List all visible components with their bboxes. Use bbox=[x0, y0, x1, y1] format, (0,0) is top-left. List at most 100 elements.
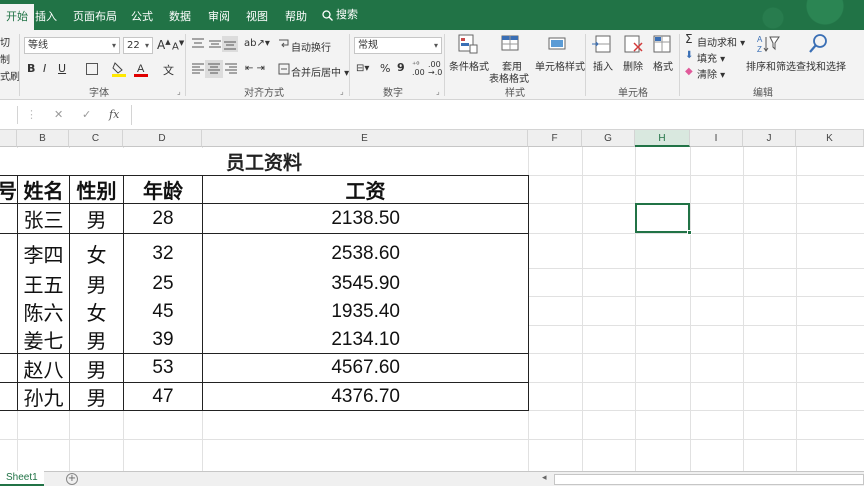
cell-salary[interactable]: 4567.60 bbox=[203, 354, 528, 382]
tab-formulas[interactable]: 公式 bbox=[131, 0, 153, 30]
cell-salary[interactable]: 1935.40 bbox=[203, 297, 528, 326]
copy-button[interactable]: 制 bbox=[0, 51, 10, 66]
cell-age[interactable]: 47 bbox=[124, 383, 202, 410]
fx-icon[interactable]: fx bbox=[109, 108, 119, 121]
column-header[interactable]: C bbox=[69, 130, 123, 147]
format-painter-button[interactable]: 式刷 bbox=[0, 68, 20, 83]
tab-insert[interactable]: 插入 bbox=[35, 0, 57, 30]
cell-gender[interactable]: 男 bbox=[70, 326, 123, 353]
scrollbar-thumb[interactable] bbox=[554, 474, 864, 485]
cell-gender[interactable]: 男 bbox=[70, 269, 123, 298]
align-right-icon[interactable] bbox=[224, 63, 238, 75]
cell-name[interactable]: 赵八 bbox=[18, 354, 69, 382]
number-format-select[interactable]: 常规 ▾ bbox=[354, 37, 442, 54]
cell-age[interactable]: 53 bbox=[124, 354, 202, 382]
orientation-icon[interactable]: ab↗▾ bbox=[244, 38, 270, 49]
tab-search[interactable]: 搜索 bbox=[322, 0, 358, 30]
column-header-a[interactable] bbox=[0, 130, 17, 147]
cell-styles-button[interactable]: 单元格样式 bbox=[535, 58, 585, 73]
active-cell-selection[interactable] bbox=[635, 203, 692, 235]
tab-help[interactable]: 帮助 bbox=[285, 0, 307, 30]
find-select-button[interactable]: 查找和选择 bbox=[796, 58, 846, 73]
cell-name[interactable]: 张三 bbox=[18, 204, 69, 233]
cancel-icon[interactable]: ✕ bbox=[54, 108, 63, 121]
italic-button[interactable]: I bbox=[43, 62, 46, 75]
name-box[interactable] bbox=[0, 106, 18, 124]
align-top-icon[interactable] bbox=[191, 38, 205, 50]
format-table-button[interactable]: 表格格式 bbox=[489, 70, 529, 85]
cell-salary[interactable]: 4376.70 bbox=[203, 383, 528, 410]
tab-view[interactable]: 视图 bbox=[246, 0, 268, 30]
header-cell-gender[interactable]: 性别 bbox=[70, 176, 123, 203]
cell-gender[interactable]: 女 bbox=[70, 297, 123, 326]
header-cell-salary[interactable]: 工资 bbox=[203, 176, 528, 203]
cell-salary[interactable]: 2538.60 bbox=[203, 239, 528, 268]
fill-handle[interactable] bbox=[687, 230, 692, 235]
column-header[interactable]: F bbox=[528, 130, 582, 147]
cell-age[interactable]: 39 bbox=[124, 326, 202, 353]
column-header[interactable]: I bbox=[690, 130, 743, 147]
cell-gender[interactable]: 女 bbox=[70, 239, 123, 268]
cell-age[interactable]: 25 bbox=[124, 269, 202, 298]
formula-input[interactable] bbox=[131, 105, 864, 125]
underline-button[interactable]: U bbox=[58, 62, 66, 75]
column-header-selected[interactable]: H bbox=[635, 130, 690, 147]
enter-icon[interactable]: ✓ bbox=[82, 108, 91, 121]
comma-button[interactable]: 9 bbox=[397, 61, 405, 74]
cell-age[interactable]: 28 bbox=[124, 204, 202, 233]
column-header[interactable]: D bbox=[123, 130, 202, 147]
insert-cells-button[interactable]: 插入 bbox=[593, 58, 613, 73]
fill-color-icon[interactable] bbox=[112, 61, 126, 77]
cut-button[interactable]: 切 bbox=[0, 34, 10, 49]
column-header[interactable]: J bbox=[743, 130, 796, 147]
launcher-icon[interactable]: ⌟ bbox=[177, 87, 181, 96]
autosum-button[interactable]: 自动求和 ▾ bbox=[697, 34, 745, 49]
merge-center-button[interactable]: 合并后居中 ▾ bbox=[291, 64, 349, 79]
cell-salary[interactable]: 3545.90 bbox=[203, 269, 528, 298]
cell-age[interactable]: 45 bbox=[124, 297, 202, 326]
cell-name[interactable]: 王五 bbox=[18, 269, 69, 298]
align-bottom-icon[interactable] bbox=[222, 36, 238, 52]
tab-page-layout[interactable]: 页面布局 bbox=[73, 0, 117, 30]
clear-button[interactable]: 清除 ▾ bbox=[697, 66, 725, 81]
currency-icon[interactable]: ⊟▾ bbox=[356, 63, 369, 74]
fill-button[interactable]: 填充 ▾ bbox=[697, 50, 725, 65]
add-sheet-button[interactable]: + bbox=[66, 473, 78, 485]
border-icon[interactable] bbox=[86, 63, 98, 75]
delete-cells-button[interactable]: 删除 bbox=[623, 58, 643, 73]
shrink-font-button[interactable]: A▼ bbox=[172, 39, 184, 52]
percent-button[interactable]: % bbox=[380, 62, 390, 75]
cell-name[interactable]: 李四 bbox=[18, 239, 69, 268]
increase-decimal-icon[interactable]: ⁺⁰ .00 bbox=[412, 61, 425, 77]
font-size-select[interactable]: 22 ▾ bbox=[123, 37, 153, 54]
align-left-icon[interactable] bbox=[191, 63, 205, 75]
column-header[interactable]: G bbox=[582, 130, 635, 147]
launcher-icon[interactable]: ⌟ bbox=[340, 87, 344, 96]
font-color-icon[interactable]: A bbox=[134, 61, 148, 77]
format-cells-button[interactable]: 格式 bbox=[653, 58, 673, 73]
scroll-left-icon[interactable]: ◂ bbox=[542, 473, 547, 483]
tab-home[interactable]: 开始 bbox=[0, 4, 34, 30]
header-cell-age[interactable]: 年龄 bbox=[124, 176, 202, 203]
header-cell-id[interactable]: 号 bbox=[0, 176, 17, 203]
align-middle-icon[interactable] bbox=[208, 38, 222, 50]
phonetic-button[interactable]: 文 bbox=[163, 62, 174, 78]
launcher-icon[interactable]: ⌟ bbox=[436, 87, 440, 96]
cell-salary[interactable]: 2138.50 bbox=[203, 204, 528, 233]
cell-gender[interactable]: 男 bbox=[70, 204, 123, 233]
sort-filter-button[interactable]: 排序和筛选 bbox=[746, 58, 796, 73]
horizontal-scrollbar[interactable]: ◂ bbox=[540, 473, 864, 485]
column-header[interactable]: B bbox=[17, 130, 69, 147]
sheet-tab-sheet1[interactable]: Sheet1 bbox=[0, 471, 44, 486]
indent-icon[interactable]: ⇤ ⇥ bbox=[245, 63, 265, 74]
grow-font-button[interactable]: A▲ bbox=[157, 38, 171, 52]
cell-name[interactable]: 陈六 bbox=[18, 297, 69, 326]
tab-review[interactable]: 审阅 bbox=[208, 0, 230, 30]
conditional-format-button[interactable]: 条件格式 bbox=[449, 58, 489, 73]
column-header[interactable]: K bbox=[796, 130, 864, 147]
cell-age[interactable]: 32 bbox=[124, 239, 202, 268]
wrap-text-button[interactable]: 自动换行 bbox=[291, 39, 331, 54]
align-center-icon[interactable] bbox=[205, 60, 223, 78]
cell-gender[interactable]: 男 bbox=[70, 354, 123, 382]
table-title[interactable]: 员工资料 bbox=[0, 148, 528, 175]
